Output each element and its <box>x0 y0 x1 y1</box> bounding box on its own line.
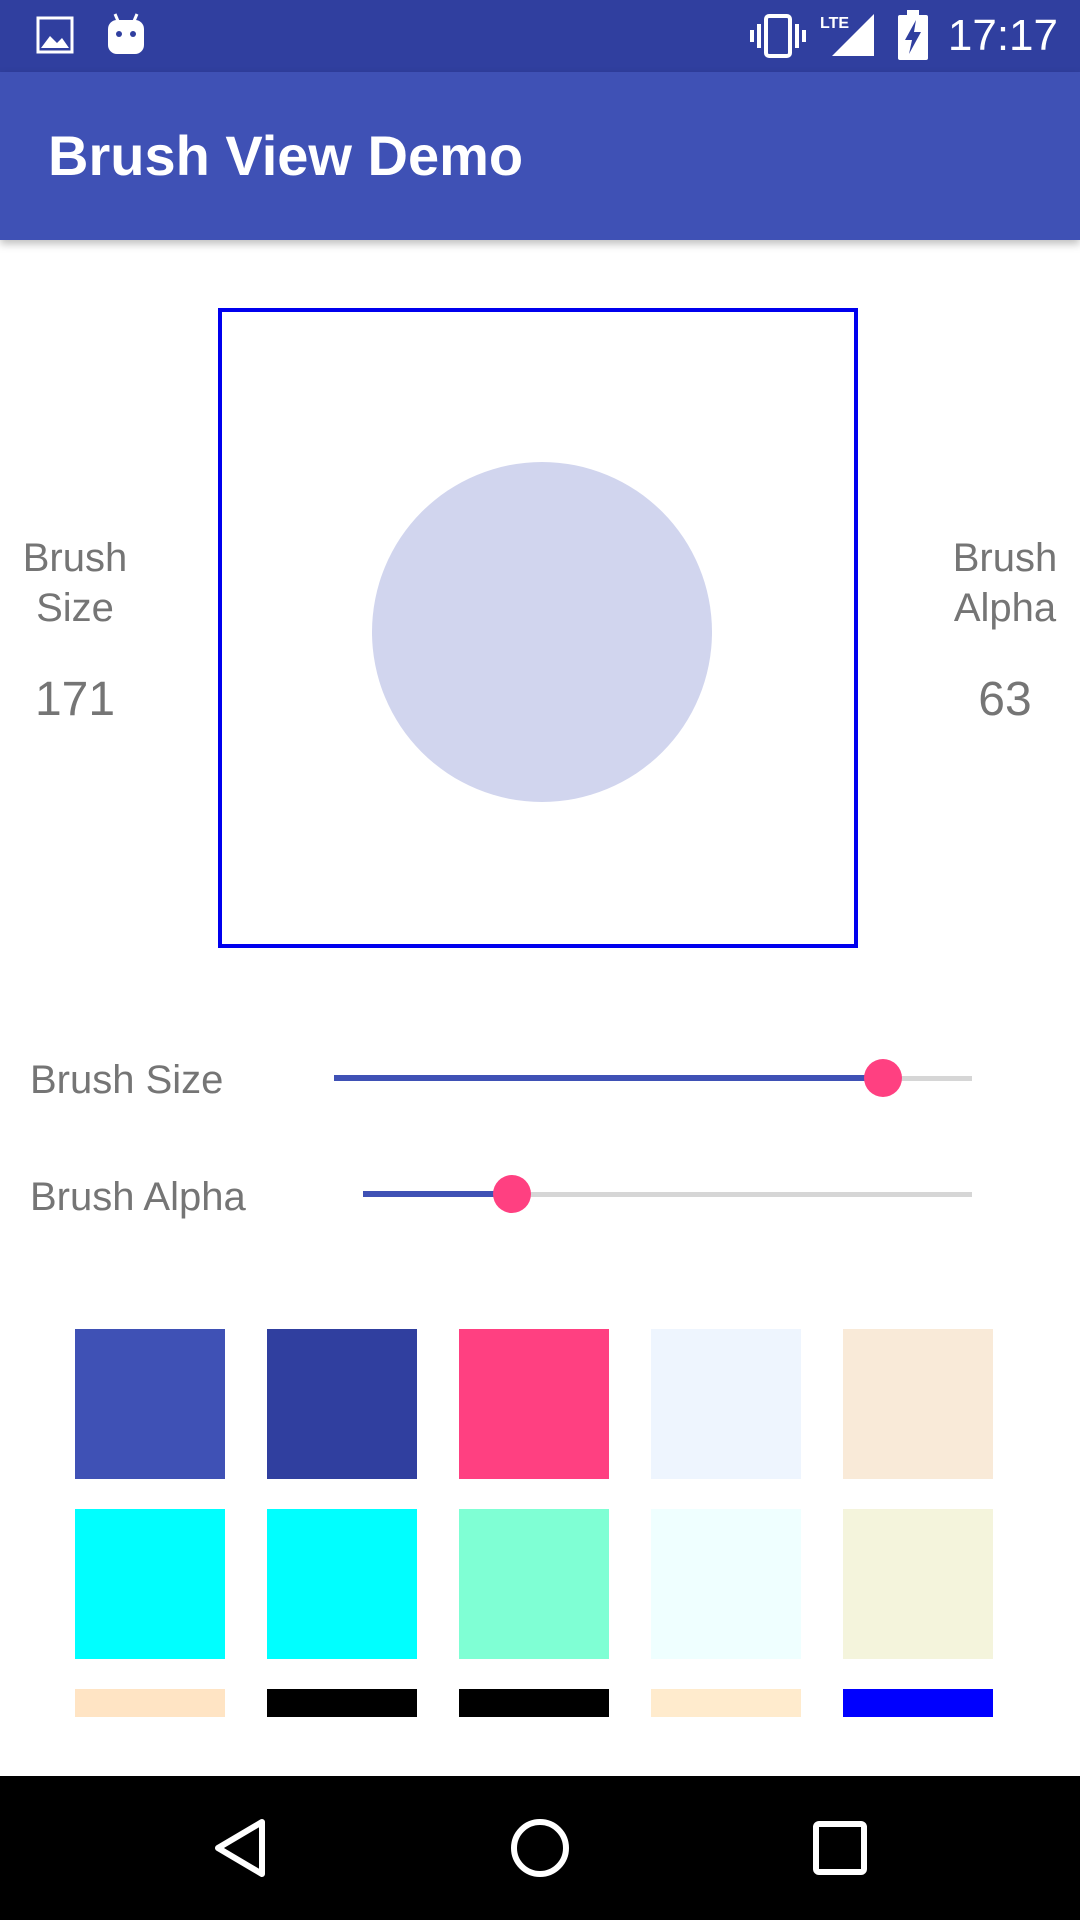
brush-size-slider-label: Brush Size <box>30 1058 224 1102</box>
color-swatch[interactable] <box>267 1329 417 1479</box>
image-icon <box>36 16 74 54</box>
brush-alpha-slider-thumb[interactable] <box>493 1175 531 1213</box>
color-swatch[interactable] <box>651 1329 801 1479</box>
lte-signal-icon: LTE <box>820 14 874 56</box>
color-swatch[interactable] <box>267 1689 417 1717</box>
color-swatch[interactable] <box>75 1689 225 1717</box>
brush-alpha-label-line2: Alpha <box>953 586 1057 630</box>
color-swatch[interactable] <box>459 1689 609 1717</box>
android-icon <box>108 13 144 54</box>
app-bar: Brush View Demo <box>0 72 1080 240</box>
brush-size-label-line1: Brush <box>22 536 128 580</box>
color-swatch[interactable] <box>843 1689 993 1717</box>
status-time: 17:17 <box>947 11 1058 60</box>
svg-text:LTE: LTE <box>820 15 849 32</box>
home-icon[interactable] <box>500 1808 580 1888</box>
brush-size-value: 171 <box>34 673 116 726</box>
vibrate-icon <box>750 14 806 58</box>
brush-preview-canvas[interactable] <box>218 308 858 948</box>
color-swatch[interactable] <box>75 1329 225 1479</box>
color-swatch[interactable] <box>843 1509 993 1659</box>
brush-size-slider[interactable] <box>334 1058 972 1098</box>
brush-alpha-slider[interactable] <box>363 1174 972 1214</box>
brush-alpha-slider-fill <box>363 1191 512 1197</box>
brush-alpha-slider-label: Brush Alpha <box>30 1175 246 1219</box>
color-swatch[interactable] <box>75 1509 225 1659</box>
battery-charging-icon <box>898 10 928 60</box>
color-swatch[interactable] <box>459 1509 609 1659</box>
color-swatch[interactable] <box>459 1329 609 1479</box>
brush-preview-circle <box>372 462 712 802</box>
color-swatch[interactable] <box>651 1509 801 1659</box>
recents-icon[interactable] <box>800 1808 880 1888</box>
brush-size-slider-fill <box>334 1075 883 1081</box>
color-swatch[interactable] <box>267 1509 417 1659</box>
status-bar: LTE 17:17 <box>0 0 1080 72</box>
color-swatch[interactable] <box>651 1689 801 1717</box>
back-icon[interactable] <box>200 1808 280 1888</box>
color-swatch[interactable] <box>843 1329 993 1479</box>
brush-size-label-line2: Size <box>36 586 114 630</box>
brush-alpha-label-line1: Brush <box>952 536 1058 580</box>
brush-alpha-value: 63 <box>978 673 1032 726</box>
navigation-bar <box>0 1776 1080 1920</box>
app-title: Brush View Demo <box>48 124 524 187</box>
brush-size-slider-thumb[interactable] <box>864 1059 902 1097</box>
